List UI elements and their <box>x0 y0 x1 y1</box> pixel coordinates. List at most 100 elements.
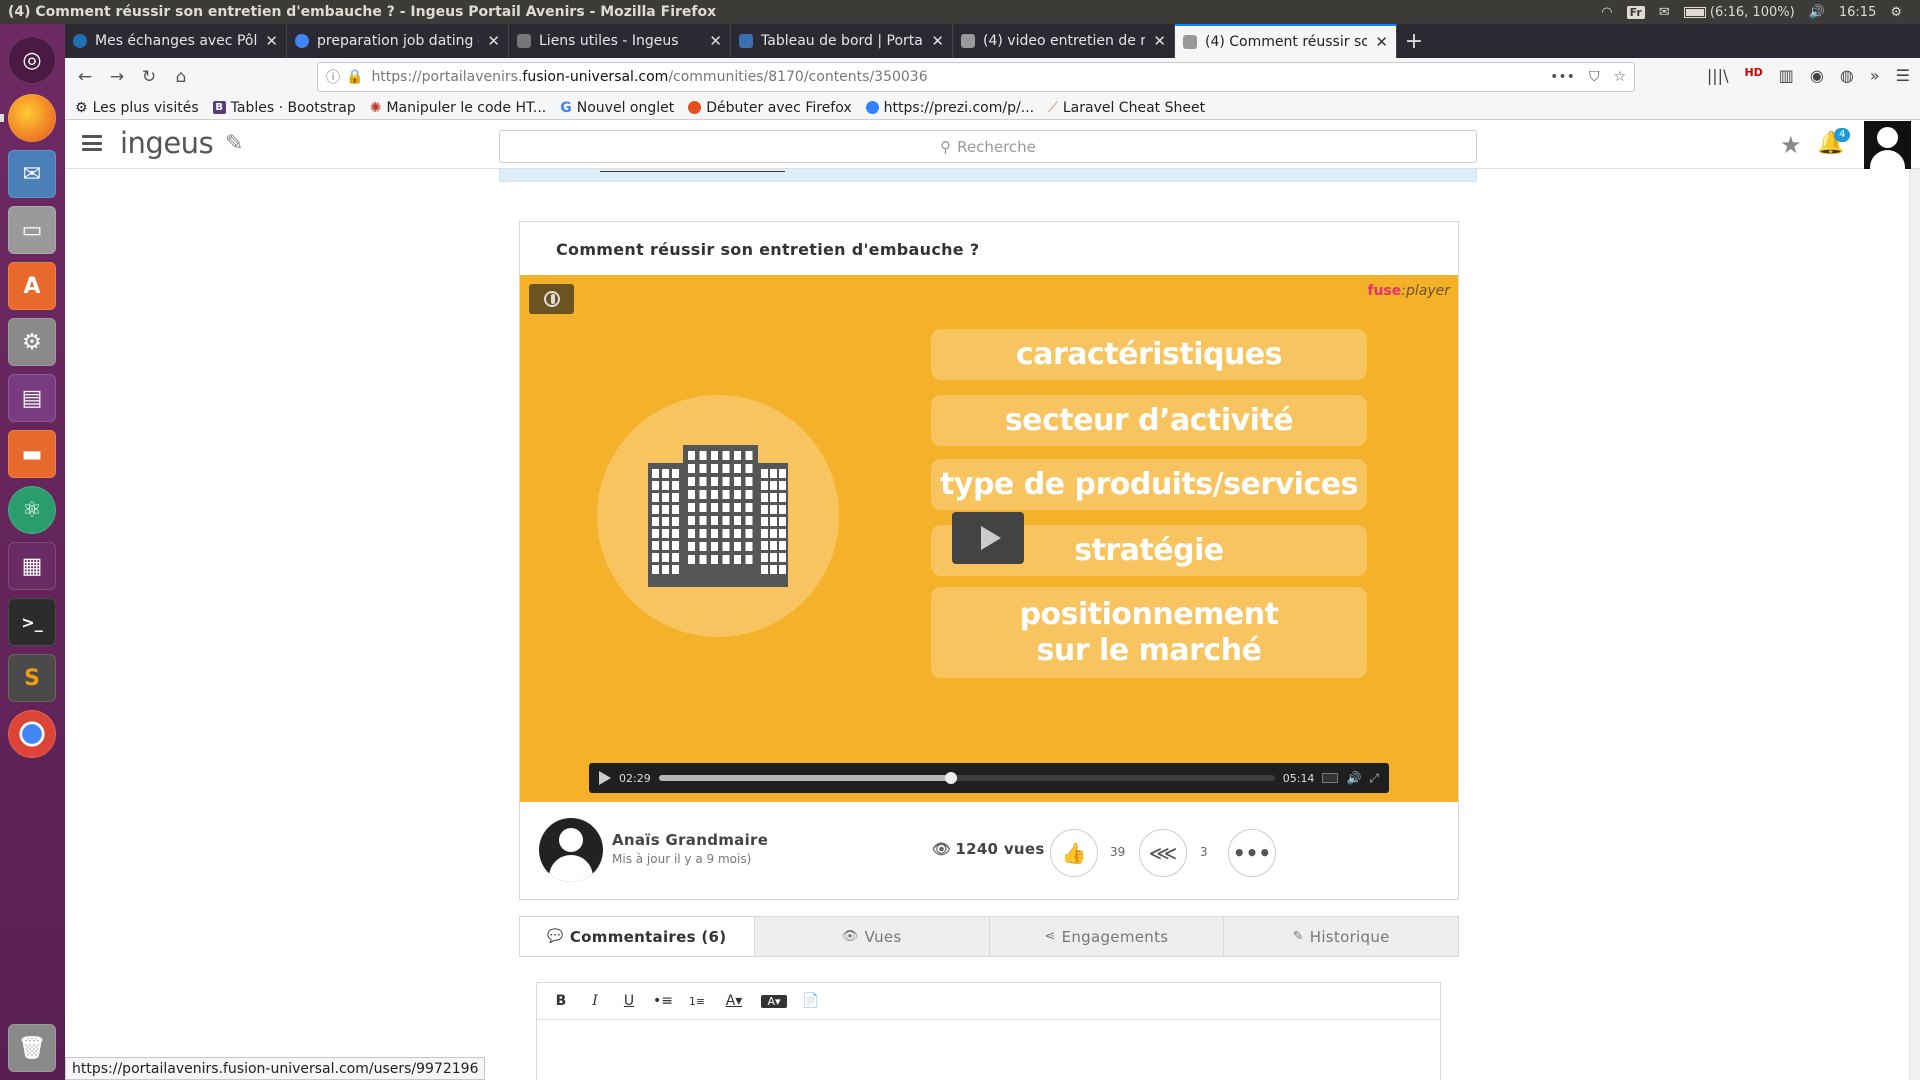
files-cabinet-icon[interactable]: ▭ <box>8 206 56 254</box>
underline-button[interactable]: U <box>619 993 639 1009</box>
slide-item: type de produits/services <box>931 459 1367 510</box>
reload-icon[interactable]: ↻ <box>133 67 165 87</box>
banner-link-underline[interactable] <box>600 171 785 172</box>
search-input[interactable]: ⚲ Recherche <box>499 130 1477 163</box>
terminal-icon[interactable]: >_ <box>8 598 56 646</box>
bookmark-item[interactable]: Débuter avec Firefox <box>688 100 852 116</box>
italic-button[interactable]: I <box>585 993 605 1009</box>
browser-tab[interactable]: Mes échanges avec Pôle ✕ <box>65 24 287 58</box>
ubuntu-dash-icon[interactable]: ◎ <box>8 36 56 84</box>
seek-bar[interactable] <box>658 772 1275 784</box>
tab-history[interactable]: ✎ Historique <box>1223 917 1458 956</box>
back-arrow-icon[interactable]: ← <box>69 67 101 87</box>
play-icon[interactable] <box>599 771 611 785</box>
share-button[interactable]: ⋘ <box>1139 829 1187 877</box>
tab-comments[interactable]: 💬 Commentaires (6) <box>520 917 754 956</box>
captions-button[interactable] <box>529 284 574 314</box>
close-tab-icon[interactable]: ✕ <box>709 32 722 50</box>
atom-icon[interactable]: ⚛ <box>8 486 56 534</box>
close-tab-icon[interactable]: ✕ <box>931 32 944 50</box>
sidebar-icon[interactable]: ▥ <box>1779 66 1794 85</box>
bookmark-item[interactable]: ⚙ Les plus visités <box>75 100 199 116</box>
firefox-icon[interactable] <box>8 94 56 142</box>
volume-icon[interactable]: 🔊 <box>1809 5 1825 20</box>
lock-icon[interactable]: 🔒 <box>346 69 363 85</box>
bullet-list-button[interactable]: •≡ <box>653 993 673 1009</box>
edit-icon[interactable]: ✎ <box>225 131 243 156</box>
home-icon[interactable]: ⌂ <box>165 67 197 87</box>
software-center-icon[interactable]: A <box>8 262 56 310</box>
video-player[interactable]: fuse:player caractéristiques secteur d’a… <box>520 275 1458 802</box>
building-window <box>699 451 707 460</box>
wifi-icon[interactable]: ◠ <box>1601 5 1612 20</box>
close-tab-icon[interactable]: ✕ <box>265 32 278 50</box>
bookmark-item[interactable]: G Nouvel onglet <box>560 100 674 116</box>
bookmark-item[interactable]: ✺ Manipuler le code HT... <box>370 100 547 116</box>
clock[interactable]: 16:15 <box>1839 5 1876 20</box>
browser-tab[interactable]: (4) video entretien de re ✕ <box>953 24 1175 58</box>
mail-icon[interactable]: ✉ <box>1659 5 1670 20</box>
sublime-text-icon[interactable]: S <box>8 654 56 702</box>
bookmark-item[interactable]: ⟋ Laravel Cheat Sheet <box>1048 100 1205 116</box>
power-gear-icon[interactable]: ⚙ <box>1890 5 1902 20</box>
author-name[interactable]: Anaïs Grandmaire <box>612 831 768 849</box>
browser-tab[interactable]: preparation job dating - ✕ <box>287 24 509 58</box>
pocket-icon[interactable]: ⛉ <box>1589 69 1600 85</box>
chrome-icon[interactable] <box>8 710 56 758</box>
play-button-large[interactable] <box>952 512 1024 564</box>
bookmark-star-icon[interactable]: ☆ <box>1613 69 1626 85</box>
building-window <box>688 529 695 538</box>
bookmark-item[interactable]: B Tables · Bootstrap <box>212 100 356 116</box>
browser-tab-active[interactable]: (4) Comment réussir son ✕ <box>1175 24 1397 58</box>
fullscreen-icon[interactable]: ⤢ <box>1369 771 1379 786</box>
keyboard-layout-indicator[interactable]: Fr <box>1626 5 1645 19</box>
extension-icon[interactable]: ◉ <box>1810 66 1824 85</box>
menu-icon[interactable]: ☰ <box>1896 66 1910 85</box>
new-tab-button[interactable]: + <box>1397 24 1431 58</box>
battery-indicator[interactable]: (6:16, 100%) <box>1683 5 1795 20</box>
building-window <box>652 505 659 514</box>
close-tab-icon[interactable]: ✕ <box>1375 33 1388 51</box>
tab-engagements[interactable]: ⋖ Engagements <box>988 917 1224 956</box>
workspace-icon[interactable]: ▦ <box>8 542 56 590</box>
overflow-chevron-icon[interactable]: » <box>1870 66 1880 85</box>
building-window <box>652 481 659 490</box>
building-window <box>711 490 718 499</box>
bold-button[interactable]: B <box>551 993 571 1009</box>
numbered-list-button[interactable]: 1≡ <box>687 995 707 1008</box>
window-manager-icon[interactable]: ▤ <box>8 374 56 422</box>
brand-logo[interactable]: ingeus <box>120 126 214 160</box>
text-color-button[interactable]: A▾ <box>721 993 747 1009</box>
favorites-star-icon[interactable]: ★ <box>1780 131 1802 159</box>
seek-handle[interactable] <box>944 772 957 784</box>
forward-arrow-icon[interactable]: → <box>101 67 133 87</box>
thunderbird-icon[interactable]: ✉ <box>8 150 56 198</box>
background-color-button[interactable]: A▾ <box>761 994 787 1008</box>
browser-tab[interactable]: Liens utiles - Ingeus ✕ <box>509 24 731 58</box>
system-settings-icon[interactable]: ⚙ <box>8 318 56 366</box>
page-scrollbar[interactable] <box>1909 169 1920 1080</box>
hd-extension-icon[interactable]: HD <box>1744 66 1762 85</box>
author-avatar[interactable] <box>539 818 603 882</box>
library-icon[interactable]: |||\ <box>1707 66 1729 85</box>
building-window <box>734 529 741 538</box>
close-tab-icon[interactable]: ✕ <box>1153 32 1166 50</box>
more-options-button[interactable]: ••• <box>1228 829 1276 877</box>
comment-editor[interactable]: B I U •≡ 1≡ A▾ A▾ 📄 <box>536 982 1441 1080</box>
url-bar[interactable]: ⓘ 🔒 https://portailavenirs. fusion-univer… <box>317 62 1635 92</box>
trash-icon[interactable]: 🗑 <box>8 1024 56 1072</box>
like-button[interactable]: 👍 <box>1050 829 1098 877</box>
hamburger-menu-icon[interactable] <box>82 135 102 151</box>
info-icon[interactable]: ⓘ <box>326 67 340 87</box>
extension-globe-icon[interactable]: ◍ <box>1840 66 1854 85</box>
file-manager-icon[interactable]: ▬ <box>8 430 56 478</box>
bookmark-item[interactable]: https://prezi.com/p/... <box>865 100 1034 116</box>
source-document-button[interactable]: 📄 <box>801 993 821 1009</box>
close-tab-icon[interactable]: ✕ <box>487 32 500 50</box>
user-avatar[interactable] <box>1864 121 1911 169</box>
captions-toggle-icon[interactable] <box>1322 773 1339 783</box>
page-actions-icon[interactable]: ••• <box>1550 69 1575 85</box>
tab-views[interactable]: 👁 Vues <box>753 917 989 956</box>
volume-icon[interactable]: 🔊 <box>1346 771 1361 785</box>
browser-tab[interactable]: Tableau de bord | Portail ✕ <box>731 24 953 58</box>
